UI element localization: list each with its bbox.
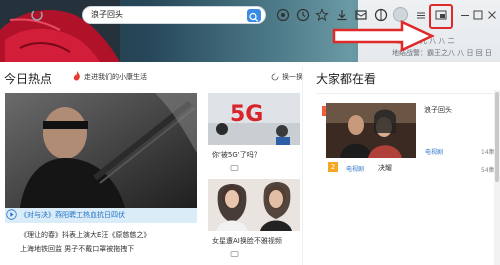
trending-thumbnail[interactable] bbox=[326, 103, 416, 158]
chat-icon[interactable] bbox=[230, 250, 239, 259]
record-icon[interactable] bbox=[276, 8, 290, 22]
column-divider bbox=[302, 66, 303, 265]
trending-title[interactable]: 浪子回头 bbox=[424, 105, 452, 115]
search-icon bbox=[249, 12, 259, 22]
arrow-annotation bbox=[332, 20, 435, 52]
trending-tag[interactable]: 电视剧 bbox=[425, 147, 443, 156]
episode-count: 14集 bbox=[481, 149, 495, 156]
hero-illustration bbox=[5, 93, 197, 208]
loading-icon bbox=[31, 9, 43, 21]
trending-title[interactable]: 决耀 bbox=[378, 163, 392, 173]
browser-page: - 霸王之 儿 八 八 二 地结战警：霸王之八 八 日 回 日 浪子回头 bbox=[0, 0, 500, 265]
chat-icon[interactable] bbox=[230, 164, 239, 173]
play-icon[interactable] bbox=[6, 209, 17, 220]
section-title-trending: 大家都在看 bbox=[316, 72, 377, 86]
section-title-today: 今日热点 bbox=[4, 72, 53, 86]
star-icon[interactable] bbox=[315, 8, 329, 22]
hero-image[interactable] bbox=[5, 93, 197, 208]
rank-badge: 2 bbox=[328, 162, 338, 172]
refresh-icon[interactable] bbox=[271, 73, 279, 81]
actress-image bbox=[208, 179, 300, 231]
refresh-button[interactable]: 换一换 bbox=[282, 72, 303, 82]
hero-caption[interactable]: 《对与决》燕阳聘工热血抗日四伏 bbox=[20, 210, 125, 220]
flame-icon bbox=[73, 71, 80, 81]
address-text: 浪子回头 bbox=[91, 10, 123, 19]
news-thumbnail-actress[interactable] bbox=[208, 179, 300, 231]
scrollbar-thumb[interactable] bbox=[495, 92, 499, 182]
news-title[interactable]: 你'被5G'了吗？ bbox=[212, 150, 261, 160]
search-input[interactable]: 浪子回头 bbox=[82, 6, 266, 24]
minimize-icon[interactable] bbox=[458, 8, 472, 22]
episode-count: 54集 bbox=[481, 167, 495, 174]
search-button[interactable] bbox=[247, 9, 261, 22]
news-thumbnail-5g[interactable]: 5G bbox=[208, 93, 300, 145]
close-icon[interactable] bbox=[485, 8, 499, 22]
trending-tag[interactable]: 电视剧 bbox=[346, 164, 364, 173]
news-title[interactable]: 女星遭AI换脸不雅视频 bbox=[212, 236, 282, 246]
hot-link[interactable]: 走进我们的小康生活 bbox=[84, 72, 147, 82]
list-item[interactable]: 上海地铁回监 男子不戴口罩被拖拽下 bbox=[20, 244, 134, 254]
svg-text:5G: 5G bbox=[230, 102, 263, 127]
list-item[interactable]: 《理让的春》抖表上演大E汪《原慈慈之》 bbox=[20, 230, 150, 240]
drama-still-image bbox=[326, 103, 416, 158]
maximize-icon[interactable] bbox=[471, 8, 485, 22]
5g-image: 5G bbox=[208, 93, 300, 145]
history-icon[interactable] bbox=[296, 8, 310, 22]
